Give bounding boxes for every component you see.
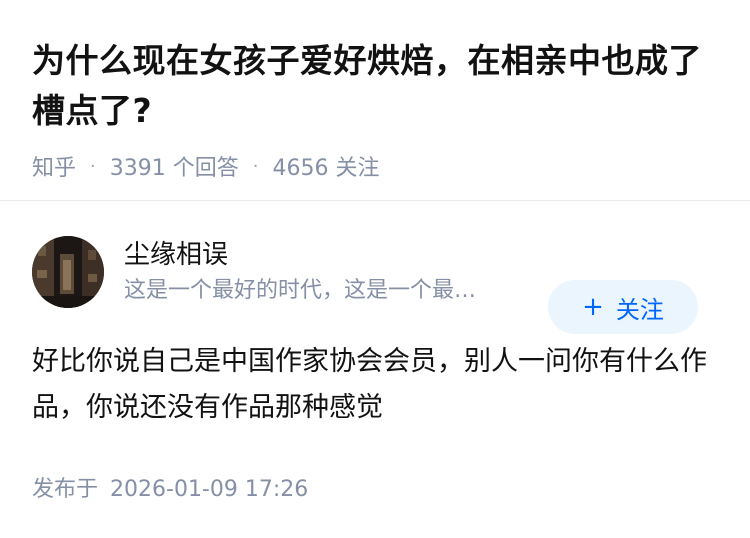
separator-dot: · <box>252 155 259 177</box>
answer-time: 发布于 2026-01-09 17:26 <box>32 471 718 503</box>
question-meta: 知乎 · 3391 个回答 · 4656 关注 <box>32 150 718 182</box>
author-name[interactable]: 尘缘相误 <box>124 238 536 272</box>
answer-content[interactable]: 好比你说自己是中国作家协会会员，别人一问你有什么作品，你说还没有作品那种感觉 <box>32 339 712 431</box>
avatar[interactable] <box>32 236 104 308</box>
source-label[interactable]: 知乎 <box>32 150 76 182</box>
follow-button[interactable]: + 关注 <box>548 280 698 334</box>
question-title[interactable]: 为什么现在女孩子爱好烘焙，在相亲中也成了槽点了? <box>32 36 718 136</box>
published-time: 2026-01-09 17:26 <box>110 477 309 502</box>
plus-icon: + <box>582 292 604 322</box>
answer-card: 尘缘相误 这是一个最好的时代，这是一个最… + 关注 好比你说自己是中国作家协会… <box>0 235 750 503</box>
published-label: 发布于 <box>32 477 99 502</box>
divider <box>0 200 750 201</box>
author-info: 尘缘相误 这是一个最好的时代，这是一个最… <box>124 238 536 306</box>
separator-dot: · <box>90 155 96 177</box>
followers-count[interactable]: 4656 关注 <box>272 150 379 182</box>
answers-count[interactable]: 3391 个回答 <box>110 150 239 182</box>
question-header: 为什么现在女孩子爱好烘焙，在相亲中也成了槽点了? 知乎 · 3391 个回答 ·… <box>0 0 750 181</box>
author-bio: 这是一个最好的时代，这是一个最… <box>124 278 477 303</box>
follow-button-label: 关注 <box>615 295 664 324</box>
